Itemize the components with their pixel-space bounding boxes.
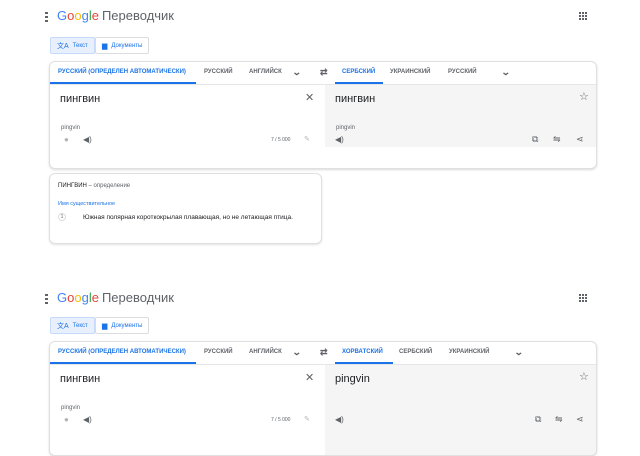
translation-output: пингвин — [335, 93, 376, 105]
feedback-icon[interactable]: ⇋ — [553, 134, 561, 145]
text-mode-button[interactable]: 文A Текст — [50, 317, 95, 334]
swap-icon[interactable]: ⇄ — [320, 347, 328, 358]
definition-word: ПИНГВИН — [58, 183, 87, 189]
document-icon: ▆ — [102, 322, 108, 330]
source-pane: пингвин ✕ pingvin ● ◀) 7 / 5 000 ✎ — [50, 365, 325, 455]
target-lang-tab-ukrainian[interactable]: УКРАИНСКИЙ — [449, 349, 489, 355]
definition-card: ПИНГВИН – определение Имя существительно… — [49, 173, 322, 244]
source-lang-tab-russian[interactable]: РУССКИЙ — [204, 69, 233, 75]
definition-title: ПИНГВИН – определение — [58, 183, 130, 189]
translate-panel-bottom: Google Переводчик 文A Текст ▆ Документы РУ… — [0, 282, 640, 456]
target-tab-indicator — [335, 82, 383, 84]
source-lang-tab-detected[interactable]: РУССКИЙ (ОПРЕДЕЛЕН АВТОМАТИЧЕСКИ) — [58, 69, 186, 75]
target-tab-indicator — [335, 362, 393, 364]
target-lang-tab-russian[interactable]: РУССКИЙ — [448, 69, 477, 75]
text-mode-button[interactable]: 文A Текст — [50, 37, 95, 54]
source-lang-tab-detected[interactable]: РУССКИЙ (ОПРЕДЕЛЕН АВТОМАТИЧЕСКИ) — [58, 349, 186, 355]
translation-output: pingvin — [335, 373, 370, 385]
documents-mode-button[interactable]: ▆ Документы — [95, 317, 150, 334]
documents-mode-button[interactable]: ▆ Документы — [95, 37, 150, 54]
char-counter: 7 / 5 000 — [271, 417, 291, 423]
google-translate-logo[interactable]: Google Переводчик — [57, 290, 174, 305]
source-pane: пингвин ✕ pingvin ● ◀) 7 / 5 000 ✎ — [50, 85, 325, 147]
translate-icon: 文A — [57, 322, 69, 330]
target-lang-tab-croatian[interactable]: ХОРВАТСКИЙ — [342, 349, 383, 355]
star-icon[interactable]: ☆ — [579, 370, 589, 383]
swap-icon[interactable]: ⇄ — [320, 67, 328, 78]
translate-panel-top: Google Переводчик 文A Текст ▆ Документы РУ… — [0, 0, 640, 260]
copy-icon[interactable]: ⧉ — [535, 414, 541, 425]
pencil-icon[interactable]: ✎ — [304, 415, 310, 423]
source-text-input[interactable]: пингвин — [60, 373, 100, 385]
google-translate-logo[interactable]: Google Переводчик — [57, 8, 174, 23]
close-icon[interactable]: ✕ — [305, 371, 314, 384]
language-bar: РУССКИЙ (ОПРЕДЕЛЕН АВТОМАТИЧЕСКИ) РУССКИ… — [50, 62, 596, 85]
speaker-icon[interactable]: ◀) — [335, 415, 344, 424]
language-bar: РУССКИЙ (ОПРЕДЕЛЕН АВТОМАТИЧЕСКИ) РУССКИ… — [50, 342, 596, 365]
source-lang-tab-english[interactable]: АНГЛИЙСК — [249, 69, 282, 75]
share-icon[interactable]: ⋖ — [576, 414, 584, 425]
mic-icon[interactable]: ● — [64, 135, 69, 144]
star-icon[interactable]: ☆ — [579, 90, 589, 103]
source-lang-tab-english[interactable]: АНГЛИЙСК — [249, 349, 282, 355]
target-lang-tab-serbian[interactable]: СЕРБСКИЙ — [399, 349, 432, 355]
target-pane: пингвин ☆ pingvin ◀) ⧉ ⇋ ⋖ — [325, 85, 596, 147]
apps-grid-icon[interactable] — [579, 12, 587, 20]
speaker-icon[interactable]: ◀) — [83, 135, 92, 144]
hamburger-menu-icon[interactable] — [45, 294, 49, 304]
source-transliteration: pingvin — [61, 405, 81, 411]
source-text-input[interactable]: пингвин — [60, 93, 100, 105]
mic-icon[interactable]: ● — [64, 415, 69, 424]
source-lang-more-chevron-down-icon[interactable]: ⌄ — [292, 347, 302, 358]
apps-grid-icon[interactable] — [579, 294, 587, 302]
speaker-icon[interactable]: ◀) — [335, 135, 344, 144]
document-icon: ▆ — [102, 42, 108, 50]
translate-icon: 文A — [57, 42, 69, 50]
target-lang-more-chevron-down-icon[interactable]: ⌄ — [514, 347, 524, 358]
definition-text: Южная полярная короткокрылая плавающая, … — [83, 214, 293, 221]
source-tab-indicator — [50, 82, 196, 84]
target-pane: pingvin ☆ ◀) ⧉ ⇋ ⋖ — [325, 365, 596, 455]
source-tab-indicator — [50, 362, 196, 364]
feedback-icon[interactable]: ⇋ — [555, 414, 563, 425]
char-counter: 7 / 5 000 — [271, 137, 291, 143]
source-lang-more-chevron-down-icon[interactable]: ⌄ — [292, 67, 302, 78]
target-transliteration: pingvin — [336, 125, 356, 131]
source-transliteration: pingvin — [61, 125, 81, 131]
translator-card: РУССКИЙ (ОПРЕДЕЛЕН АВТОМАТИЧЕСКИ) РУССКИ… — [49, 61, 597, 169]
part-of-speech: Имя существительное — [58, 201, 116, 207]
hamburger-menu-icon[interactable] — [45, 12, 49, 22]
target-lang-more-chevron-down-icon[interactable]: ⌄ — [501, 67, 511, 78]
close-icon[interactable]: ✕ — [305, 91, 314, 104]
copy-icon[interactable]: ⧉ — [532, 134, 538, 145]
definition-suffix: – определение — [88, 183, 131, 189]
speaker-icon[interactable]: ◀) — [83, 415, 92, 424]
definition-number: 1 — [58, 213, 66, 221]
source-lang-tab-russian[interactable]: РУССКИЙ — [204, 349, 233, 355]
target-lang-tab-ukrainian[interactable]: УКРАИНСКИЙ — [390, 69, 430, 75]
translator-card: РУССКИЙ (ОПРЕДЕЛЕН АВТОМАТИЧЕСКИ) РУССКИ… — [49, 341, 597, 456]
pencil-icon[interactable]: ✎ — [304, 135, 310, 143]
target-lang-tab-serbian[interactable]: СЕРБСКИЙ — [342, 69, 375, 75]
product-name: Переводчик — [101, 8, 174, 23]
share-icon[interactable]: ⋖ — [576, 134, 584, 145]
product-name: Переводчик — [101, 290, 174, 305]
